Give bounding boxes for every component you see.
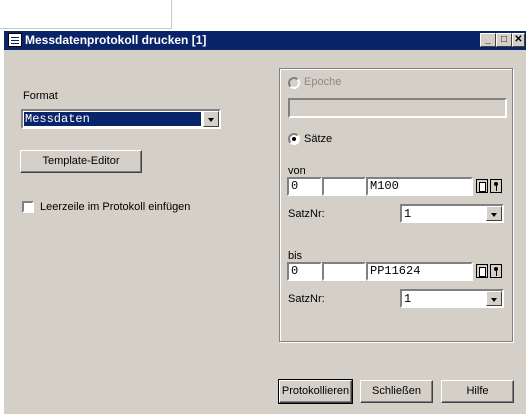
protokollieren-button-label: Protokollieren bbox=[281, 385, 350, 397]
von-field-2[interactable] bbox=[322, 177, 366, 196]
von-satznr-label: SatzNr: bbox=[288, 208, 325, 220]
bis-field-2[interactable] bbox=[322, 262, 366, 281]
document-icon[interactable] bbox=[476, 264, 488, 278]
app-icon bbox=[8, 33, 22, 47]
schliessen-button[interactable]: Schließen bbox=[360, 380, 433, 403]
format-label: Format bbox=[23, 90, 58, 102]
maximize-button[interactable]: □ bbox=[496, 33, 512, 47]
bis-point-value: PP11624 bbox=[370, 264, 421, 278]
title-bar[interactable]: Messdatenprotokoll drucken [1] _ □ ✕ bbox=[4, 31, 526, 50]
leerzeile-label: Leerzeile im Protokoll einfügen bbox=[40, 201, 191, 213]
template-editor-button-label: Template-Editor bbox=[42, 155, 120, 167]
bis-label: bis bbox=[288, 250, 303, 262]
chevron-down-icon[interactable] bbox=[486, 206, 502, 221]
leerzeile-checkbox[interactable] bbox=[22, 201, 34, 213]
bis-satznr-value: 1 bbox=[404, 292, 412, 306]
saetze-label: Sätze bbox=[304, 133, 333, 145]
dialog-window: Messdatenprotokoll drucken [1] _ □ ✕ For… bbox=[4, 31, 526, 414]
von-satznr-value: 1 bbox=[404, 207, 412, 221]
hilfe-button-label: Hilfe bbox=[466, 385, 489, 397]
von-point-field[interactable]: M100 bbox=[366, 177, 473, 196]
chevron-down-icon[interactable] bbox=[486, 291, 502, 306]
chevron-down-icon[interactable] bbox=[203, 111, 219, 127]
von-field-1-value: 0 bbox=[291, 179, 299, 193]
format-select[interactable]: Messdaten bbox=[21, 109, 221, 129]
document-icon[interactable] bbox=[476, 179, 488, 193]
von-satznr-select[interactable]: 1 bbox=[400, 204, 504, 223]
pick-point-icon[interactable] bbox=[490, 179, 502, 193]
bis-satznr-label: SatzNr: bbox=[288, 293, 325, 305]
pick-point-icon[interactable] bbox=[490, 264, 502, 278]
template-editor-button[interactable]: Template-Editor bbox=[20, 150, 142, 173]
saetze-radio[interactable] bbox=[288, 133, 300, 145]
bis-field-1-value: 0 bbox=[291, 264, 299, 278]
bis-satznr-select[interactable]: 1 bbox=[400, 289, 504, 308]
schliessen-button-label: Schließen bbox=[372, 385, 421, 397]
top-empty-box bbox=[0, 0, 172, 29]
hilfe-button[interactable]: Hilfe bbox=[441, 380, 514, 403]
von-point-value: M100 bbox=[370, 179, 399, 193]
window-title: Messdatenprotokoll drucken [1] bbox=[25, 33, 207, 47]
minimize-button[interactable]: _ bbox=[480, 33, 496, 47]
von-label: von bbox=[288, 165, 306, 177]
epoche-radio[interactable] bbox=[288, 77, 300, 89]
protokollieren-button[interactable]: Protokollieren bbox=[278, 379, 353, 404]
epoche-label: Epoche bbox=[304, 76, 342, 88]
bis-field-1[interactable]: 0 bbox=[287, 262, 322, 281]
bis-point-field[interactable]: PP11624 bbox=[366, 262, 473, 281]
von-field-1[interactable]: 0 bbox=[287, 177, 322, 196]
close-button[interactable]: ✕ bbox=[512, 33, 525, 47]
epoche-field bbox=[288, 98, 507, 118]
format-select-value: Messdaten bbox=[25, 112, 90, 126]
